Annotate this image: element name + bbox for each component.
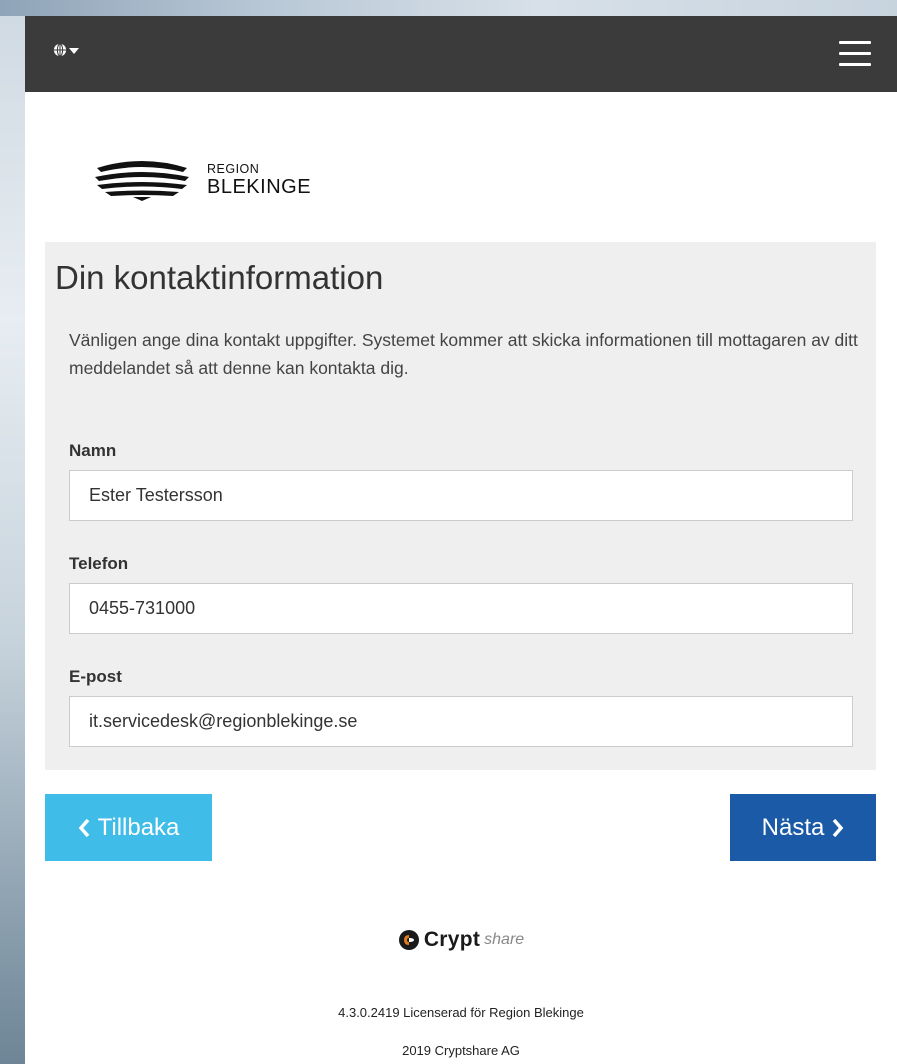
brand-name-light: share	[484, 931, 525, 948]
email-label: E-post	[69, 667, 122, 686]
back-button[interactable]: Tillbaka	[45, 794, 212, 861]
name-field[interactable]	[69, 470, 853, 521]
footer: Crypt share 4.3.0.2419 Licenserad för Reg…	[25, 928, 897, 1058]
license-text: 4.3.0.2419 Licenserad för Region Bleking…	[338, 1005, 584, 1020]
menu-bar-icon	[839, 41, 871, 44]
menu-bar-icon	[839, 52, 871, 55]
language-selector[interactable]	[53, 43, 79, 57]
chevron-right-icon	[833, 818, 844, 837]
menu-bar-icon	[839, 63, 871, 66]
logo-text-blekinge: BLEKINGE	[207, 175, 312, 198]
cryptshare-logo: Crypt share	[398, 928, 524, 952]
brand-name-bold: Crypt	[423, 928, 481, 951]
contact-info-panel: Din kontaktinformation Vänligen ange din…	[45, 242, 876, 770]
top-navbar	[25, 16, 897, 92]
back-button-label: Tillbaka	[97, 813, 180, 841]
background-strip	[0, 0, 897, 16]
cryptshare-logo-icon	[398, 930, 419, 950]
region-blekinge-logo: REGION BLEKINGE	[95, 159, 311, 201]
caret-down-icon	[69, 47, 79, 54]
globe-icon	[53, 43, 67, 57]
next-button-label: Nästa	[761, 813, 825, 841]
next-button[interactable]: Nästa	[730, 794, 876, 861]
logo-text-region: REGION	[207, 162, 260, 177]
email-field[interactable]	[69, 696, 853, 747]
hamburger-menu-button[interactable]	[837, 41, 873, 67]
chevron-left-icon	[78, 818, 89, 837]
name-label: Namn	[69, 441, 117, 460]
page-container: REGION BLEKINGE Din kontaktinformation V…	[25, 16, 897, 1064]
copyright-text: 2019 Cryptshare AG	[402, 1043, 520, 1058]
logo-mark-icon	[95, 161, 189, 201]
phone-label: Telefon	[69, 554, 129, 573]
phone-field[interactable]	[69, 583, 853, 634]
form-description: Vänligen ange dina kontakt uppgifter. Sy…	[69, 330, 858, 378]
page-title: Din kontaktinformation	[55, 259, 384, 296]
